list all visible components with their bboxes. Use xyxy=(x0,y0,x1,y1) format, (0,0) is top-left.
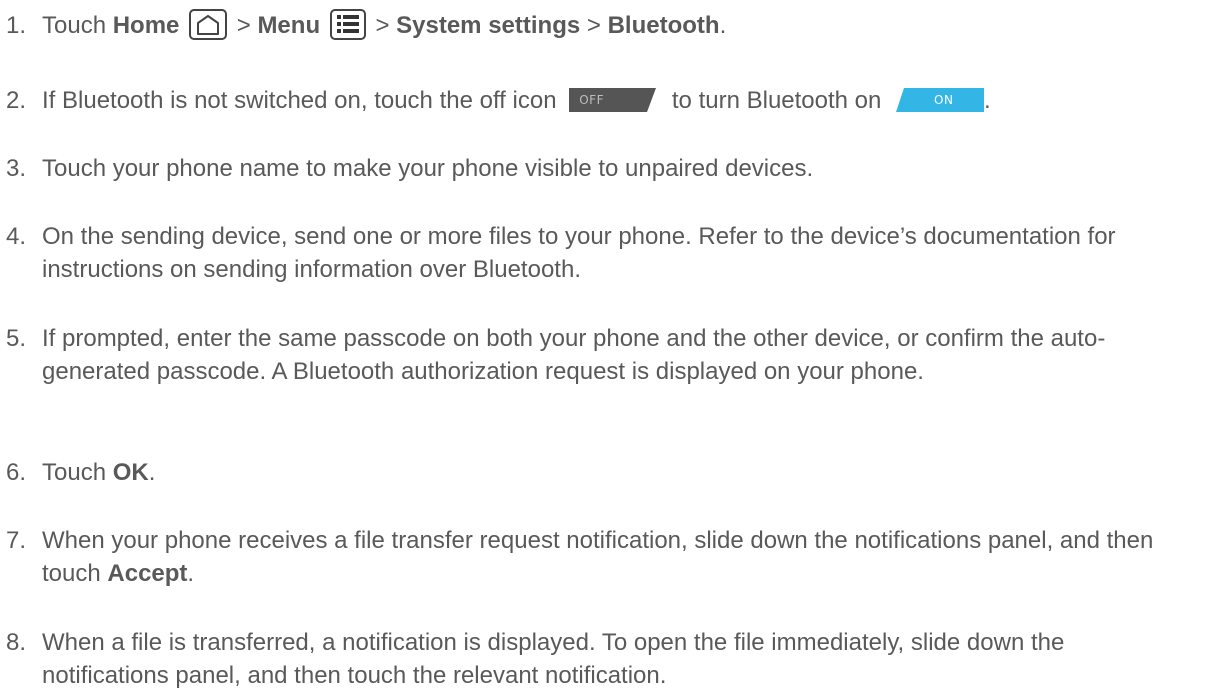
step-text: When a file is transferred, a notificati… xyxy=(42,629,1065,689)
step-number: 4. xyxy=(6,223,27,250)
step-2: 2. If Bluetooth is not switched on, touc… xyxy=(0,84,1215,120)
accept-label: Accept xyxy=(107,560,188,587)
step-text: If prompted, enter the same passcode on … xyxy=(42,325,1106,385)
step-text: Touch OK. xyxy=(42,459,156,486)
step-number: 3. xyxy=(6,155,27,182)
home-icon xyxy=(189,9,228,40)
bluetooth-label: Bluetooth xyxy=(607,12,720,39)
instruction-document: 1. Touch Home > Menu > System settings >… xyxy=(0,0,1215,700)
system-settings-label: System settings xyxy=(396,12,581,39)
step-number: 5. xyxy=(6,325,27,352)
step-number: 6. xyxy=(6,459,27,486)
step-number: 7. xyxy=(6,527,27,554)
step-number: 1. xyxy=(6,12,27,39)
off-toggle-label: OFF xyxy=(579,93,604,107)
step-6: 6. Touch OK. xyxy=(0,456,1215,492)
step-number: 2. xyxy=(6,87,27,114)
step-text: When your phone receives a file transfer… xyxy=(42,527,1154,587)
home-label: Home xyxy=(112,12,180,39)
step-text: Touch Home > Menu > System settings > Bl… xyxy=(42,8,1202,44)
step-1: 1. Touch Home > Menu > System settings >… xyxy=(0,8,1215,48)
menu-label: Menu xyxy=(257,12,321,39)
step-7: 7. When your phone receives a file trans… xyxy=(0,524,1215,594)
on-toggle-icon: ON xyxy=(894,88,985,112)
menu-icon xyxy=(329,9,366,40)
ok-label: OK xyxy=(112,459,149,486)
step-number: 8. xyxy=(6,629,27,656)
step-3: 3. Touch your phone name to make your ph… xyxy=(0,152,1215,188)
off-toggle-icon: OFF xyxy=(569,88,659,112)
step-5: 5. If prompted, enter the same passcode … xyxy=(0,322,1215,426)
step-text: On the sending device, send one or more … xyxy=(42,223,1116,283)
step-text: Touch your phone name to make your phone… xyxy=(42,155,814,182)
step-8: 8. When a file is transferred, a notific… xyxy=(0,626,1215,696)
step-text: If Bluetooth is not switched on, touch t… xyxy=(42,87,991,114)
on-toggle-label: ON xyxy=(934,93,954,107)
step-4: 4. On the sending device, send one or mo… xyxy=(0,220,1215,290)
